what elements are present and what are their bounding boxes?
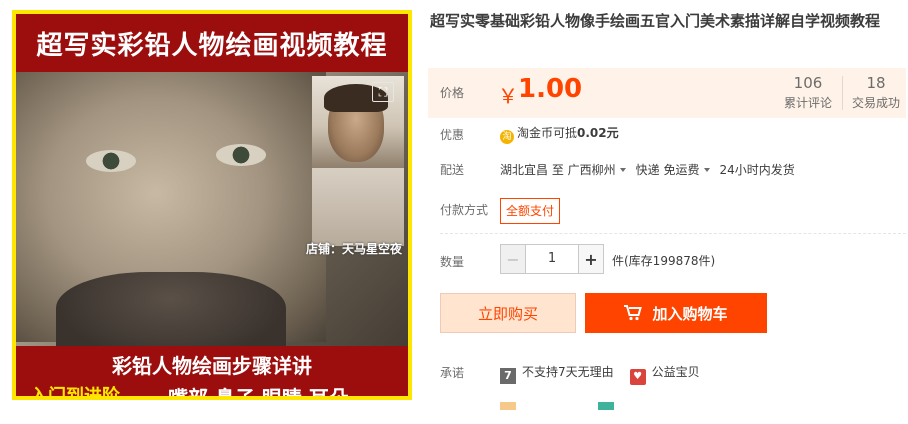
image-bottom-line2-right: 嘴部 鼻子 眼睛 耳朵: [168, 382, 349, 396]
reviews-stat[interactable]: 106 累计评论: [778, 74, 838, 111]
payment-option-full[interactable]: 全额支付: [500, 198, 561, 224]
chevron-down-icon: [703, 168, 710, 172]
portrait-drawing: [16, 72, 326, 362]
ship-to-select[interactable]: 广西柳州: [568, 163, 636, 177]
ship-method: 快递 免运费: [635, 163, 700, 177]
image-top-banner: 超写实彩铅人物绘画视频教程: [16, 14, 408, 72]
payment-method-icon: [500, 402, 516, 410]
promise-charity[interactable]: ♥ 公益宝贝: [629, 365, 700, 385]
image-bottom-line1: 彩铅人物绘画步骤详讲: [112, 354, 312, 378]
promise-list: 7 不支持7天无理由 ♥ 公益宝贝: [500, 363, 700, 385]
price-label: 价格: [440, 86, 465, 100]
quantity-stepper: − 1 +: [500, 244, 604, 274]
image-top-banner-text: 超写实彩铅人物绘画视频教程: [36, 30, 388, 61]
promise-label: 承诺: [440, 366, 465, 380]
ship-to: 广西柳州: [567, 163, 616, 177]
sales-label: 交易成功: [851, 96, 900, 110]
shipping-label: 配送: [440, 163, 465, 177]
taobao-coin-icon: 淘: [500, 130, 514, 144]
discount-info: 淘淘金币可抵0.02元: [500, 124, 619, 144]
seven-day-icon: 7: [500, 368, 516, 384]
discount-label: 优惠: [440, 128, 465, 142]
promise-no-7day-text: 不支持7天无理由: [522, 365, 614, 379]
promise-charity-text: 公益宝贝: [651, 365, 700, 379]
quantity-decrease-button[interactable]: −: [500, 244, 526, 274]
reviews-count: 106: [793, 74, 823, 92]
ship-from: 湖北宜昌 至: [500, 163, 564, 177]
payment-label: 付款方式: [440, 203, 489, 217]
product-photo: 超写实彩铅人物绘画视频教程 ⛶ 店铺：天马星空夜 彩铅人物绘画步骤详讲 入门到进…: [16, 14, 408, 396]
product-main-image[interactable]: 超写实彩铅人物绘画视频教程 ⛶ 店铺：天马星空夜 彩铅人物绘画步骤详讲 入门到进…: [12, 10, 412, 400]
shipping-info: 湖北宜昌 至 广西柳州 快递 免运费 24小时内发货: [500, 161, 795, 178]
add-to-cart-label: 加入购物车: [652, 304, 728, 323]
ship-method-select[interactable]: 快递 免运费: [636, 163, 720, 177]
dispatch-time: 24小时内发货: [719, 163, 795, 177]
discount-amount: 0.02元: [577, 126, 619, 140]
image-bottom-line2-left: 入门到进阶: [30, 382, 120, 396]
cart-icon: [624, 305, 643, 321]
quantity-increase-button[interactable]: +: [578, 244, 604, 274]
sales-stat: 18 交易成功: [846, 74, 906, 111]
zoom-icon[interactable]: ⛶: [372, 82, 394, 102]
charity-icon: ♥: [629, 369, 646, 385]
buy-now-label: 立即购买: [477, 304, 538, 323]
sales-count: 18: [866, 74, 886, 92]
price-value: 1.00: [518, 74, 583, 104]
stat-divider: [842, 76, 843, 110]
chevron-down-icon: [619, 168, 626, 172]
quantity-input[interactable]: 1: [526, 244, 578, 274]
portrait-left-eye: [86, 150, 136, 172]
portrait-right-eye: [216, 144, 266, 166]
inset-shoulders: [312, 168, 404, 246]
quantity-label: 数量: [440, 255, 465, 269]
add-to-cart-button[interactable]: 加入购物车: [585, 293, 767, 333]
payment-method-icon: [598, 402, 614, 410]
price-panel: 价格 ￥ 1.00 106 累计评论 18 交易成功: [428, 68, 906, 118]
reviews-label: 累计评论: [783, 96, 832, 110]
currency-symbol: ￥: [498, 84, 518, 108]
section-divider: [440, 233, 906, 234]
stock-info: 件(库存199878件): [612, 254, 716, 268]
product-title: 超写实零基础彩铅人物像手绘画五官入门美术素描详解自学视频教程: [430, 12, 881, 30]
discount-text: 淘金币可抵: [517, 126, 578, 140]
image-bottom-banner: 彩铅人物绘画步骤详讲 入门到进阶 嘴部 鼻子 眼睛 耳朵: [16, 346, 408, 396]
promise-no-7day[interactable]: 7 不支持7天无理由: [500, 365, 614, 384]
buy-now-button[interactable]: 立即购买: [440, 293, 576, 333]
shop-watermark: 店铺：天马星空夜: [305, 242, 402, 256]
